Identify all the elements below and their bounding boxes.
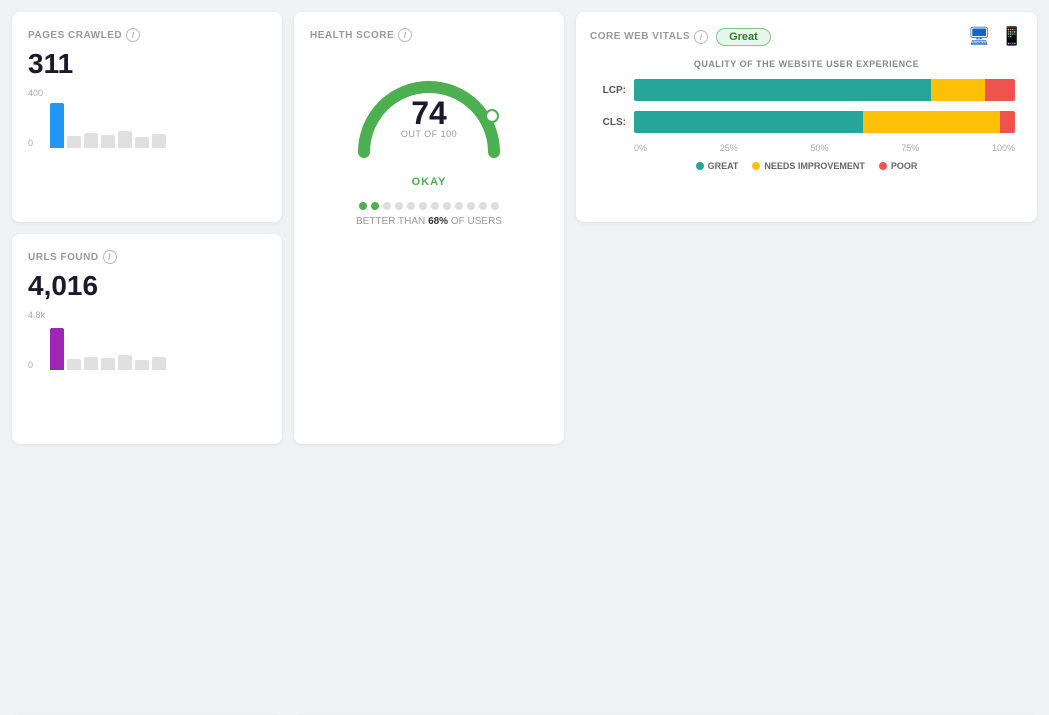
great-badge: Great <box>716 28 771 46</box>
better-than-text: BETTER THAN 68% OF USERS <box>356 216 502 227</box>
bar <box>152 357 166 370</box>
bar <box>135 137 149 148</box>
health-status: OKAY <box>412 176 447 188</box>
health-score-card: HEALTH SCORE i 74 OUT OF 100 <box>294 12 564 444</box>
lcp-bar <box>634 79 1015 101</box>
vitals-axis: 0% 25% 50% 75% 100% <box>598 143 1015 153</box>
legend-poor: POOR <box>879 161 918 171</box>
pages-crawled-value: 311 <box>28 48 266 80</box>
urls-found-card: URLS FOUND i 4,016 4.8k 0 <box>12 234 282 444</box>
pages-crawled-bars <box>28 88 266 148</box>
chart-max: 400 <box>28 88 43 98</box>
dot <box>443 202 451 210</box>
lcp-label: LCP: <box>598 85 626 96</box>
lcp-row: LCP: <box>598 79 1015 101</box>
bar <box>84 357 98 370</box>
cls-poor-seg <box>1000 111 1015 133</box>
health-gauge: 74 OUT OF 100 <box>344 52 514 172</box>
cls-row: CLS: <box>598 111 1015 133</box>
pages-crawled-info[interactable]: i <box>126 28 140 42</box>
dot <box>431 202 439 210</box>
vitals-legend: GREAT NEEDS IMPROVEMENT POOR <box>598 161 1015 171</box>
bar <box>101 358 115 370</box>
bar <box>50 103 64 148</box>
cls-label: CLS: <box>598 117 626 128</box>
chart-min: 0 <box>28 138 33 148</box>
bar <box>135 360 149 370</box>
great-dot <box>696 162 704 170</box>
lcp-poor-seg <box>985 79 1015 101</box>
health-score-info[interactable]: i <box>398 28 412 42</box>
cwv-title: CORE WEB VITALS i <box>590 30 708 44</box>
dot <box>455 202 463 210</box>
dot <box>371 202 379 210</box>
bar <box>101 135 115 148</box>
lcp-needs-seg <box>931 79 984 101</box>
cls-great-seg <box>634 111 863 133</box>
dot <box>359 202 367 210</box>
urls-chart-max: 4.8k <box>28 310 45 320</box>
dot <box>467 202 475 210</box>
urls-found-label: URLS FOUND i <box>28 250 266 264</box>
bar <box>50 328 64 370</box>
dot <box>479 202 487 210</box>
needs-dot <box>752 162 760 170</box>
dot <box>407 202 415 210</box>
core-web-vitals-card: CORE WEB VITALS i Great 🖥 📱 QUALITY OF T… <box>576 12 1037 222</box>
desktop-icon[interactable]: 🖥 <box>968 26 991 47</box>
bar <box>67 359 81 370</box>
pages-crawled-label: PAGES CRAWLED i <box>28 28 266 42</box>
pages-crawled-chart: 400 0 <box>28 88 266 148</box>
dot <box>395 202 403 210</box>
urls-chart-min: 0 <box>28 360 33 370</box>
urls-found-info[interactable]: i <box>103 250 117 264</box>
bar <box>152 134 166 148</box>
bar <box>118 355 132 370</box>
dot <box>419 202 427 210</box>
legend-great: GREAT <box>696 161 739 171</box>
urls-bars <box>28 310 266 370</box>
bar <box>118 131 132 148</box>
dot <box>491 202 499 210</box>
cwv-info[interactable]: i <box>694 30 708 44</box>
dot <box>383 202 391 210</box>
progress-dots <box>359 202 499 210</box>
legend-needs: NEEDS IMPROVEMENT <box>752 161 865 171</box>
vitals-chart: LCP: CLS: <box>590 79 1023 171</box>
gauge-value: 74 <box>401 97 457 129</box>
bar <box>84 133 98 148</box>
mobile-icon[interactable]: 📱 <box>1001 26 1023 47</box>
bar <box>67 136 81 148</box>
gauge-out-of: OUT OF 100 <box>401 129 457 139</box>
gauge-center: 74 OUT OF 100 <box>401 97 457 139</box>
health-score-label: HEALTH SCORE i <box>310 28 412 42</box>
quality-label: QUALITY OF THE WEBSITE USER EXPERIENCE <box>590 59 1023 69</box>
cls-needs-seg <box>863 111 1000 133</box>
cls-bar <box>634 111 1015 133</box>
urls-chart: 4.8k 0 <box>28 310 266 370</box>
pages-crawled-card: PAGES CRAWLED i 311 400 0 <box>12 12 282 222</box>
urls-found-value: 4,016 <box>28 270 266 302</box>
lcp-great-seg <box>634 79 931 101</box>
poor-dot <box>879 162 887 170</box>
device-icons: 🖥 📱 <box>968 26 1023 47</box>
